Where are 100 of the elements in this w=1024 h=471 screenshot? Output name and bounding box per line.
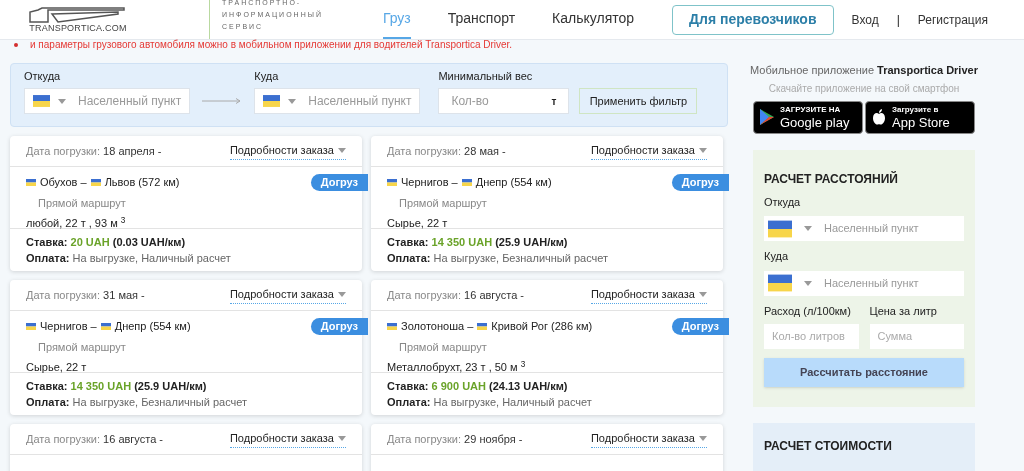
route-text: Золотоноша – [401, 319, 474, 334]
caret-icon [338, 436, 346, 441]
weight-field[interactable]: Кол-во т [438, 88, 570, 114]
to-label: Куда [764, 249, 790, 264]
route-text: Днепр (554 км) [475, 175, 552, 190]
store-button[interactable]: ЗАГРУЗИТЕ НА Google play [753, 100, 863, 134]
payment-text: Оплата: На выгрузке, Безналичный расчет [26, 395, 249, 410]
placeholder-text: Сумма [877, 329, 913, 345]
route-text: Чернигов – [401, 175, 458, 190]
from-label: Откуда [764, 194, 802, 210]
loading-date: Дата погрузки: 16 августа - [387, 287, 524, 303]
nav-tab[interactable]: Транспорт [447, 0, 516, 39]
placeholder-text: Кол-во [451, 93, 489, 110]
flag-icon [768, 218, 792, 239]
apply-filter-button[interactable]: Применить фильтр [579, 88, 698, 114]
register-link[interactable]: Регистрация [917, 10, 988, 29]
to-label: Куда [254, 68, 280, 84]
placeholder-text: Населенный пункт [824, 221, 919, 237]
loading-date: Дата погрузки: 18 апреля - [26, 143, 162, 159]
app-subtitle: Скачайте приложение на свой смартфон [767, 81, 961, 96]
weight-label: Минимальный вес [438, 68, 534, 84]
rate-text: Ставка: 6 900 UAH (24.13 UAH/км) [387, 379, 569, 394]
login-link[interactable]: Вход [851, 10, 879, 29]
unit-text: т [551, 94, 557, 109]
route-text: Обухов – [40, 175, 87, 190]
rate-text: Ставка: 14 350 UAH (25.9 UAH/км) [387, 235, 569, 250]
bullet-icon [14, 43, 18, 47]
placeholder-text: Кол-во литров [772, 329, 845, 345]
store-name: App Store [892, 115, 950, 129]
route-type: Прямой маршрут [38, 195, 127, 211]
placeholder-text: Населенный пункт [308, 93, 412, 110]
caret-icon [338, 292, 346, 297]
cargo-text: Сырье, 22 т [26, 360, 88, 375]
flag-icon [461, 178, 472, 186]
caret-icon [804, 226, 812, 231]
order-details-link[interactable]: Подробности заказа [229, 286, 346, 304]
flag-icon [477, 322, 488, 330]
loading-date: Дата погрузки: 29 ноября - [387, 431, 523, 447]
rate-text: Ставка: 14 350 UAH (25.9 UAH/км) [26, 379, 208, 394]
notice-text: и параметры грузового автомобиля можно в мобильном приложении для водителей Transportica Driver. [30, 40, 513, 50]
apple-icon [872, 108, 886, 126]
order-details-link[interactable]: Подробности заказа [590, 142, 707, 160]
app-title: Мобильное приложение Transportica Driver [749, 63, 979, 78]
from-label: Откуда [24, 68, 62, 84]
store-button[interactable]: Загрузите в App Store [865, 100, 975, 134]
caret-icon [804, 280, 812, 286]
order-details-link[interactable]: Подробности заказа [229, 142, 346, 160]
flag-icon [263, 95, 281, 107]
route-text: Львов (572 км) [104, 175, 180, 190]
caret-icon [699, 436, 707, 441]
flag-icon [387, 178, 397, 186]
payment-text: Оплата: На выгрузке, Наличный расчет [387, 395, 593, 410]
separator-text: | [896, 11, 900, 29]
placeholder-text: Населенный пункт [824, 275, 919, 291]
consumption-label: Расход (л/100км) [764, 303, 852, 319]
loading-date: Дата погрузки: 16 августа - [26, 431, 163, 447]
caret-icon [338, 148, 346, 153]
rate-text: Ставка: 20 UAH (0.03 UAH/км) [26, 235, 187, 250]
store-small-text: Загрузите в [892, 105, 940, 114]
order-details-link[interactable]: Подробности заказа [590, 286, 707, 304]
payment-text: Оплата: На выгрузке, Наличный расчет [26, 251, 232, 266]
route-type: Прямой маршрут [38, 339, 127, 355]
payment-text: Оплата: На выгрузке, Безналичный расчет [387, 251, 610, 266]
flag-icon [33, 95, 50, 107]
carriers-button[interactable]: Для перевозчиков [672, 4, 834, 35]
flag-icon [90, 178, 101, 186]
route-text: Кривой Рог (286 км) [491, 319, 593, 334]
cargo-text: Сырье, 22 т [387, 216, 449, 231]
caret-icon [288, 98, 297, 104]
store-name: Google play [780, 115, 850, 129]
reload-badge: Догруз [671, 318, 729, 335]
panel-title: РАСЧЕТ СТОИМОСТИ [764, 437, 893, 455]
route-type: Прямой маршрут [399, 339, 488, 355]
order-details-link[interactable]: Подробности заказа [590, 430, 707, 448]
logo[interactable]: TRANSPORTICA.COM [28, 6, 128, 33]
loading-date: Дата погрузки: 31 мая - [26, 287, 145, 303]
caret-icon [699, 148, 707, 153]
flag-icon [100, 322, 111, 330]
nav-tab[interactable]: Калькулятор [552, 0, 635, 39]
flag-icon [26, 322, 36, 330]
reload-badge: Догруз [671, 174, 729, 191]
caret-icon [58, 98, 66, 104]
panel-title: РАСЧЕТ РАССТОЯНИЙ [764, 170, 899, 188]
play-icon [760, 109, 774, 125]
loading-date: Дата погрузки: 28 мая - [387, 143, 506, 159]
flag-icon [26, 178, 36, 186]
order-details-link[interactable]: Подробности заказа [229, 430, 346, 448]
store-small-text: ЗАГРУЗИТЕ НА [780, 105, 842, 114]
truck-logo-icon [28, 6, 128, 24]
placeholder-text: Населенный пункт [78, 93, 182, 110]
cargo-text: Металлобрухт, 23 т , 50 м $^{3}$ [387, 359, 527, 375]
flag-icon [387, 322, 397, 330]
route-text: Днепр (554 км) [114, 319, 191, 334]
route-text: Чернигов – [40, 319, 97, 334]
flag-icon [768, 273, 792, 293]
caret-icon [699, 292, 707, 297]
price-label: Цена за литр [869, 303, 938, 319]
route-type: Прямой маршрут [399, 195, 488, 211]
arrow-icon [202, 98, 243, 104]
calculate-distance-button[interactable]: Рассчитать расстояние [764, 358, 964, 387]
